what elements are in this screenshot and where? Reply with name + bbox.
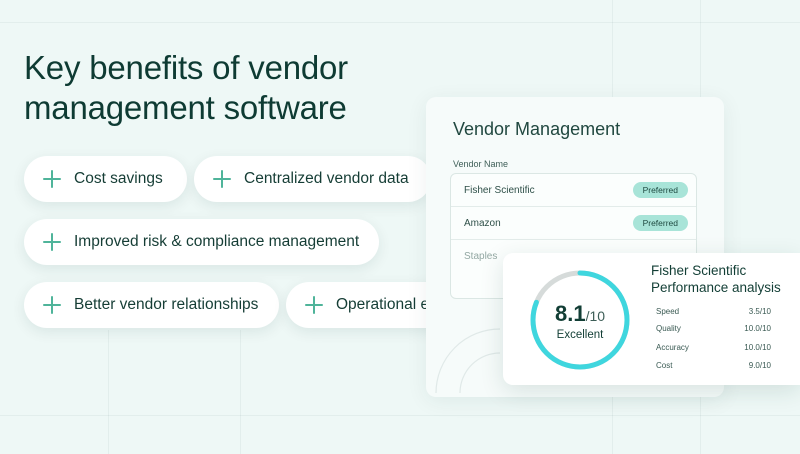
- metric-row-cost: Cost 9.0/10: [656, 361, 771, 370]
- metric-value: 3.5/10: [748, 307, 771, 316]
- benefit-label: Centralized vendor data: [244, 170, 409, 187]
- score-suffix: /10: [585, 308, 606, 324]
- metric-value: 9.0/10: [748, 361, 771, 370]
- plus-icon: [212, 169, 232, 189]
- plus-icon: [42, 232, 62, 252]
- background-grid-line: [0, 22, 800, 23]
- table-row[interactable]: Amazon Preferred: [451, 207, 696, 240]
- performance-title-line-2: Performance analysis: [651, 280, 781, 295]
- metric-label: Speed: [656, 307, 680, 316]
- score-number: 8.1: [554, 301, 586, 326]
- page-title-line-2: management software: [24, 89, 347, 126]
- metric-value: 10.0/10: [744, 343, 771, 352]
- metric-row-quality: Quality 10.0/10: [656, 324, 771, 333]
- metric-row-accuracy: Accuracy 10.0/10: [656, 343, 771, 352]
- performance-analysis-card: 8.1/10 Excellent Fisher Scientific Perfo…: [503, 253, 800, 385]
- vendor-name: Fisher Scientific: [464, 184, 535, 196]
- vendor-management-title: Vendor Management: [453, 119, 621, 139]
- metric-row-speed: Speed 3.5/10: [656, 307, 771, 316]
- metric-label: Cost: [656, 361, 673, 370]
- performance-title-line-1: Fisher Scientific: [651, 263, 747, 278]
- benefit-label: Cost savings: [74, 170, 163, 187]
- page-title-line-1: Key benefits of vendor: [24, 49, 348, 86]
- benefit-centralized-vendor-data: Centralized vendor data: [194, 156, 431, 202]
- metric-label: Accuracy: [656, 343, 689, 352]
- background-grid-line: [240, 330, 241, 454]
- vendor-name: Amazon: [464, 217, 501, 229]
- performance-title: Fisher Scientific Performance analysis: [651, 262, 781, 296]
- metric-label: Quality: [656, 324, 681, 333]
- score-value: 8.1/10: [528, 301, 632, 327]
- table-row[interactable]: Fisher Scientific Preferred: [451, 174, 696, 207]
- vendor-name: Staples: [464, 250, 498, 262]
- metric-value: 10.0/10: [744, 324, 771, 333]
- benefit-vendor-relationships: Better vendor relationships: [24, 282, 279, 328]
- benefit-risk-compliance: Improved risk & compliance management: [24, 219, 379, 265]
- benefit-cost-savings: Cost savings: [24, 156, 187, 202]
- plus-icon: [42, 169, 62, 189]
- plus-icon: [42, 295, 62, 315]
- benefit-label: Improved risk & compliance management: [74, 233, 360, 250]
- score-rating: Excellent: [556, 329, 604, 341]
- vendor-name-column-header: Vendor Name: [453, 159, 509, 169]
- page-title: Key benefits of vendor management softwa…: [24, 48, 348, 128]
- status-badge: Preferred: [632, 182, 688, 198]
- decorative-arc: [435, 328, 501, 394]
- plus-icon: [304, 295, 324, 315]
- background-grid-line: [0, 415, 800, 416]
- status-badge: Preferred: [632, 215, 688, 231]
- benefit-label: Better vendor relationships: [74, 296, 259, 313]
- background-grid-line: [108, 330, 109, 454]
